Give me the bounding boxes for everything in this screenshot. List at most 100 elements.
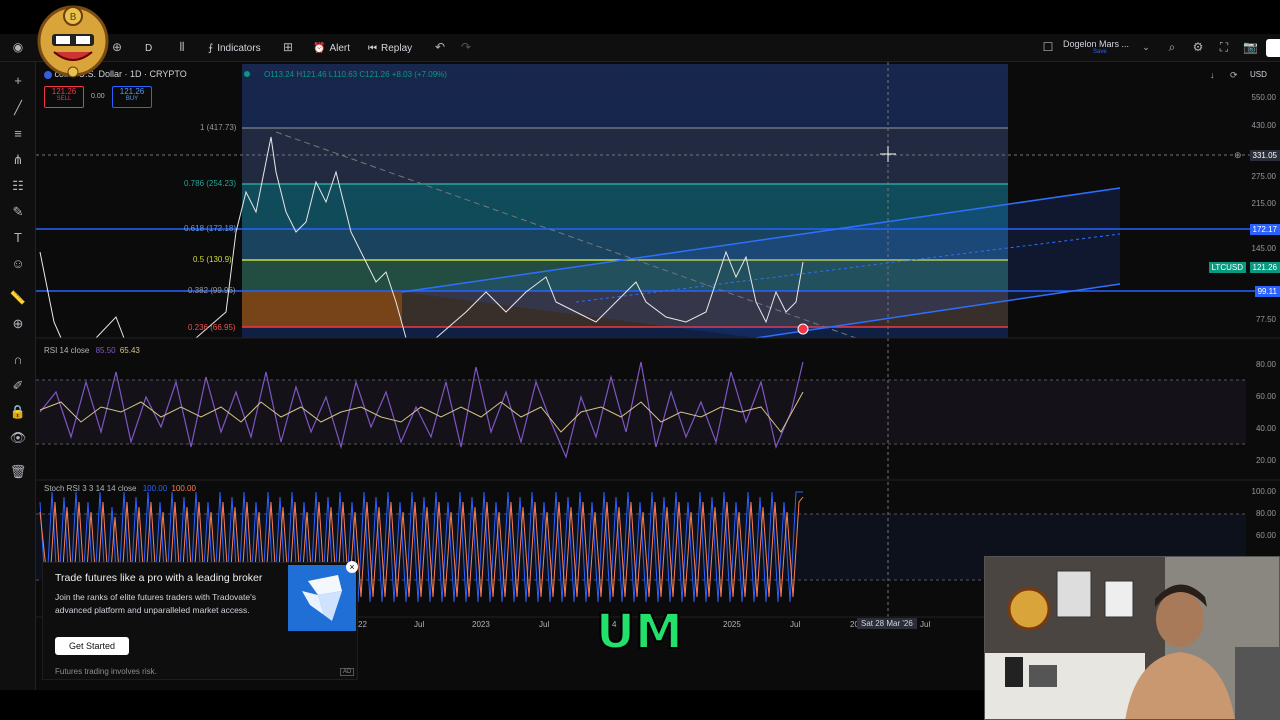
ad-tag: AD	[340, 668, 355, 676]
price-tick: 550.00	[1251, 93, 1276, 102]
buy-price: 121.26	[119, 87, 145, 96]
svg-text:B: B	[70, 12, 77, 23]
settings-gear-icon[interactable]: ⚙	[1191, 40, 1205, 54]
add-symbol-icon[interactable]: ⊕	[110, 40, 124, 54]
rewind-icon: ⏮	[368, 42, 377, 54]
stoch-value-2: 100.00	[171, 484, 196, 493]
rsi-tick: 60.00	[1255, 392, 1276, 401]
fib-retracement-icon[interactable]: ☷	[9, 177, 27, 195]
pitchfork-icon[interactable]: ⋔	[9, 151, 27, 169]
time-tick: 22	[358, 620, 367, 629]
lock-icon[interactable]: 🔒	[9, 403, 27, 421]
alert-button[interactable]: ⏰ Alert	[313, 38, 350, 58]
fib-label-0236: 0.236 (66.95)	[188, 323, 236, 332]
text-tool-icon[interactable]: T	[9, 229, 27, 247]
brush-icon[interactable]: ✎	[9, 203, 27, 221]
fib-band-0382-orange	[242, 291, 402, 327]
rsi-tick: 40.00	[1255, 424, 1276, 433]
refresh-icon[interactable]: ⟳	[1230, 70, 1238, 81]
fib-label-1: 1 (417.73)	[200, 123, 237, 132]
fib-label-0382: 0.382 (99.96)	[188, 286, 236, 295]
time-tick: Jul	[920, 620, 931, 629]
replay-label: Replay	[381, 42, 413, 54]
time-tick: 2023	[472, 620, 490, 629]
interval-label: D	[145, 42, 153, 54]
currency-label[interactable]: USD	[1250, 70, 1267, 79]
time-tick: Jul	[790, 620, 801, 629]
chevron-down-icon[interactable]: ⌄	[1139, 40, 1153, 54]
price-tick: 145.00	[1251, 244, 1276, 253]
spread-value: 0.00	[91, 93, 105, 100]
rsi-tick: 80.00	[1255, 360, 1276, 369]
crosshair-date-badge: Sat 28 Mar '26	[857, 618, 917, 629]
fullscreen-icon[interactable]: ⛶	[1217, 40, 1231, 54]
stoch-legend[interactable]: Stoch RSI 3 3 14 14 close 100.00 100.00	[44, 484, 196, 493]
sell-label: SELL	[56, 96, 72, 102]
stoch-tick: 100.00	[1251, 487, 1276, 496]
camera-icon[interactable]: 📷	[1243, 40, 1258, 54]
layout-name[interactable]: Dogelon Mars ... Save	[1063, 39, 1143, 55]
interval-button[interactable]: D	[145, 38, 152, 58]
rsi-legend[interactable]: RSI 14 close 85.50 65.43	[44, 346, 140, 355]
replay-button[interactable]: ⏮ Replay	[368, 38, 412, 58]
alert-label: Alert	[329, 42, 351, 54]
layout-save-label: Save	[1093, 49, 1107, 55]
emoji-icon[interactable]: ☺	[9, 255, 27, 273]
chart-type-icon[interactable]: ⫴	[175, 40, 189, 54]
sell-button[interactable]: 121.26 SELL	[44, 86, 84, 108]
crosshair-icon[interactable]: +	[9, 72, 27, 90]
down-arrow-icon[interactable]: ↓	[1210, 70, 1215, 80]
magnet-icon[interactable]: ∩	[9, 351, 27, 369]
undo-icon[interactable]: ↶	[433, 40, 447, 54]
ad-body: Join the ranks of elite futures traders …	[55, 592, 256, 615]
rsi-band	[36, 380, 1246, 444]
video-caption: UM	[595, 603, 684, 661]
buy-button[interactable]: 121.26 BUY	[112, 86, 152, 108]
publish-button[interactable]	[1266, 39, 1280, 57]
channel-logo: B	[34, 2, 112, 80]
ruler-icon[interactable]: 📏	[9, 289, 27, 307]
add-alert-plus-icon[interactable]: ⊕	[1234, 150, 1242, 161]
user-menu-icon[interactable]: ◉	[11, 40, 25, 54]
alarm-clock-icon: ⏰	[313, 42, 326, 54]
ad-disclaimer: Futures trading involves risk.	[55, 667, 157, 676]
webcam-overlay	[984, 556, 1280, 720]
level-172-badge: 172.17	[1249, 224, 1280, 235]
templates-icon[interactable]: ⊞	[281, 40, 295, 54]
fib-label-0618: 0.618 (172.18)	[184, 224, 237, 233]
indicators-icon: ⨍	[208, 42, 214, 54]
close-ad-icon[interactable]: ×	[346, 561, 358, 573]
quick-search-icon[interactable]: ⌕	[1165, 40, 1179, 54]
stay-in-drawing-icon[interactable]: ✐	[9, 377, 27, 395]
indicators-button[interactable]: ⨍ Indicators	[208, 38, 261, 58]
buy-label: BUY	[125, 96, 139, 102]
layout-square-icon[interactable]: ☐	[1041, 40, 1055, 54]
layout-name-label: Dogelon Mars ...	[1063, 39, 1130, 49]
drawing-toolbar: + ╱ ≡ ⋔ ☷ ✎ T ☺ 📏 ⊕ ∩ ✐ 🔒 👁 🗑	[0, 62, 36, 690]
eye-icon[interactable]: 👁	[9, 429, 27, 447]
redo-icon[interactable]: ↷	[459, 40, 473, 54]
horizontal-lines-icon[interactable]: ≡	[9, 125, 27, 143]
ohlc-values: O113.24 H121.46 L110.63 C121.26 +8.03 (+…	[264, 70, 447, 79]
trendline-icon[interactable]: ╱	[9, 99, 27, 117]
price-tick: 430.00	[1251, 121, 1276, 130]
indicators-label: Indicators	[217, 42, 261, 54]
trash-icon[interactable]: 🗑	[9, 463, 27, 481]
stoch-value-1: 100.00	[142, 484, 168, 493]
zoom-in-icon[interactable]: ⊕	[9, 315, 27, 333]
alert-marker-icon[interactable]	[797, 323, 809, 335]
market-status-icon	[244, 71, 250, 77]
ticker-badge: LTCUSD	[1208, 262, 1246, 273]
rsi-tick: 20.00	[1255, 456, 1276, 465]
crosshair-cursor-icon	[880, 146, 896, 162]
time-tick: 2025	[723, 620, 741, 629]
fib-label-05: 0.5 (130.9)	[193, 255, 232, 264]
get-started-button[interactable]: Get Started	[55, 637, 129, 655]
last-price-badge: 121.26	[1249, 262, 1280, 273]
stoch-tick: 60.00	[1255, 531, 1276, 540]
ad-title: Trade futures like a pro with a leading …	[55, 572, 263, 584]
time-tick: Jul	[539, 620, 550, 629]
level-99-badge: 99.11	[1254, 286, 1280, 297]
top-toolbar: ◉ ⊕ D ⫴ ⨍ Indicators ⊞ ⏰ Alert ⏮ Replay …	[0, 34, 1280, 62]
rsi-label: RSI 14 close	[44, 346, 90, 355]
